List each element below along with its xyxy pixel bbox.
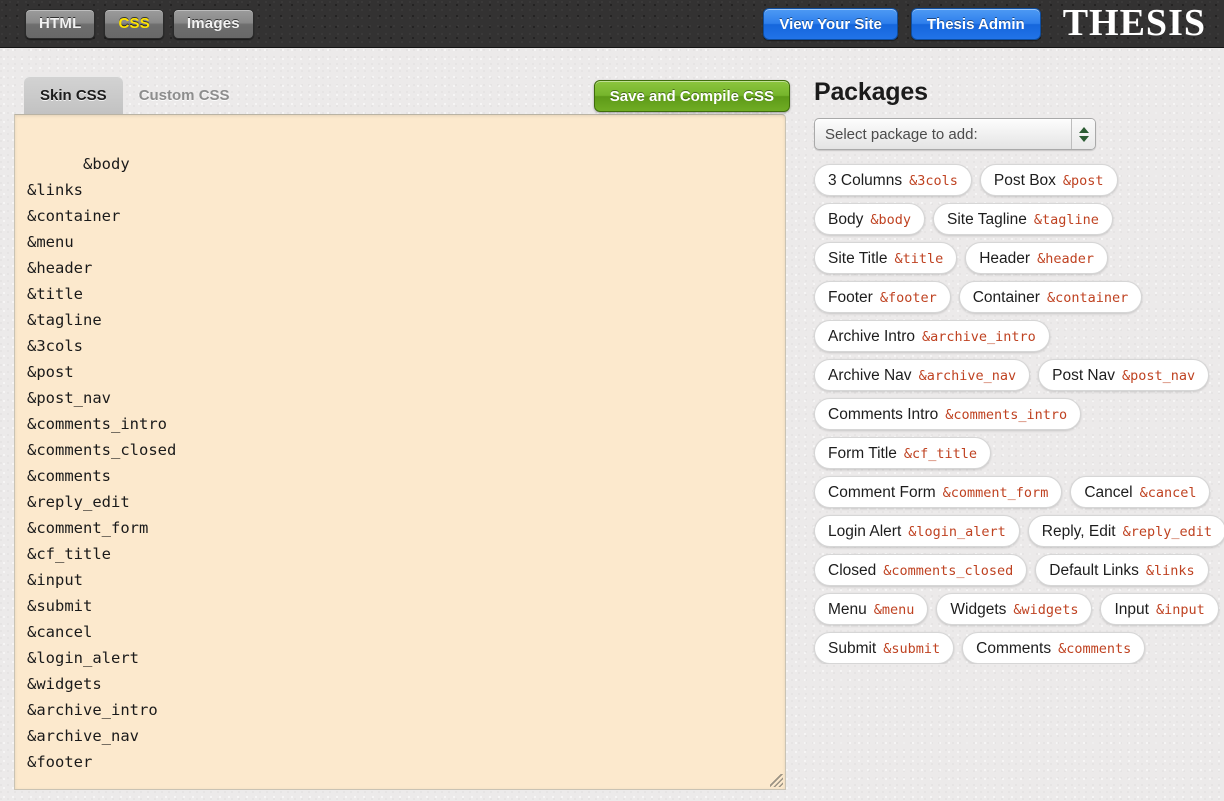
package-chip-label: Body	[828, 204, 863, 236]
package-chip-variable: &comments	[1058, 633, 1131, 664]
skin-css-textarea[interactable]: &body &links &container &menu &header &t…	[14, 114, 786, 790]
package-chip-label: Default Links	[1049, 555, 1139, 587]
package-chip-variable: &title	[894, 243, 943, 275]
package-chip-list: 3 Columns&3colsPost Box&postBody&bodySit…	[814, 164, 1224, 664]
select-stepper-icon[interactable]	[1071, 119, 1095, 149]
save-and-compile-css-button[interactable]: Save and Compile CSS	[594, 80, 790, 112]
package-chip-variable: &body	[870, 204, 911, 236]
package-chip-variable: &comments_intro	[945, 399, 1067, 431]
package-chip[interactable]: Comments Intro&comments_intro	[814, 398, 1081, 430]
package-chip-variable: &cancel	[1140, 477, 1197, 509]
tab-custom-css[interactable]: Custom CSS	[123, 76, 246, 114]
package-chip[interactable]: Footer&footer	[814, 281, 951, 313]
package-chip-label: Archive Nav	[828, 360, 912, 392]
package-chip[interactable]: Post Box&post	[980, 164, 1118, 196]
nav-button-html[interactable]: HTML	[25, 9, 95, 39]
package-chip[interactable]: Body&body	[814, 203, 925, 235]
package-chip-variable: &post	[1063, 165, 1104, 197]
package-chip[interactable]: Post Nav&post_nav	[1038, 359, 1209, 391]
package-select[interactable]: Select package to add:	[814, 118, 1096, 150]
package-chip-label: Comment Form	[828, 477, 936, 509]
package-chip-variable: &tagline	[1034, 204, 1099, 236]
package-chip-label: Form Title	[828, 438, 897, 470]
package-chip[interactable]: Site Title&title	[814, 242, 957, 274]
main-content: Skin CSS Custom CSS Save and Compile CSS…	[0, 48, 1224, 790]
package-chip[interactable]: Comments&comments	[962, 632, 1145, 664]
package-chip-label: 3 Columns	[828, 165, 902, 197]
package-chip[interactable]: 3 Columns&3cols	[814, 164, 972, 196]
package-chip-variable: &footer	[880, 282, 937, 314]
package-chip-variable: &comments_closed	[883, 555, 1013, 587]
package-chip-label: Menu	[828, 594, 867, 626]
package-chip-label: Submit	[828, 633, 876, 664]
package-chip-label: Comments Intro	[828, 399, 938, 431]
thesis-logo: THESIS	[1054, 4, 1206, 45]
textarea-resize-handle[interactable]	[770, 774, 783, 787]
top-navigation-bar: HTML CSS Images View Your Site Thesis Ad…	[0, 0, 1224, 48]
package-chip[interactable]: Archive Nav&archive_nav	[814, 359, 1030, 391]
package-chip-label: Site Title	[828, 243, 887, 275]
chevron-down-icon	[1079, 136, 1089, 142]
package-chip[interactable]: Closed&comments_closed	[814, 554, 1027, 586]
primary-nav-group: HTML CSS Images	[0, 9, 254, 39]
css-editor-panel: Skin CSS Custom CSS Save and Compile CSS…	[0, 76, 806, 790]
package-chip-label: Post Nav	[1052, 360, 1115, 392]
css-code-content: &body &links &container &menu &header &t…	[27, 155, 176, 771]
package-chip[interactable]: Widgets&widgets	[936, 593, 1092, 625]
package-chip[interactable]: Menu&menu	[814, 593, 928, 625]
editor-tab-bar: Skin CSS Custom CSS Save and Compile CSS	[14, 76, 806, 114]
package-chip-variable: &post_nav	[1122, 360, 1195, 392]
package-chip-label: Closed	[828, 555, 876, 587]
packages-panel: Packages Select package to add: 3 Column…	[806, 76, 1224, 664]
package-chip-label: Archive Intro	[828, 321, 915, 353]
package-chip-label: Header	[979, 243, 1030, 275]
package-chip-variable: &comment_form	[943, 477, 1049, 509]
package-chip[interactable]: Input&input	[1100, 593, 1218, 625]
package-chip[interactable]: Archive Intro&archive_intro	[814, 320, 1050, 352]
package-chip-variable: &archive_nav	[919, 360, 1017, 392]
package-chip-variable: &container	[1047, 282, 1128, 314]
package-chip[interactable]: Submit&submit	[814, 632, 954, 664]
package-chip[interactable]: Header&header	[965, 242, 1108, 274]
package-chip[interactable]: Login Alert&login_alert	[814, 515, 1020, 547]
package-chip-variable: &3cols	[909, 165, 958, 197]
package-chip-label: Widgets	[950, 594, 1006, 626]
chevron-up-icon	[1079, 127, 1089, 133]
thesis-admin-button[interactable]: Thesis Admin	[911, 8, 1041, 40]
package-chip[interactable]: Form Title&cf_title	[814, 437, 991, 469]
package-chip-variable: &input	[1156, 594, 1205, 626]
package-chip[interactable]: Cancel&cancel	[1070, 476, 1210, 508]
package-chip[interactable]: Site Tagline&tagline	[933, 203, 1113, 235]
nav-button-css[interactable]: CSS	[104, 9, 163, 39]
package-chip[interactable]: Default Links&links	[1035, 554, 1208, 586]
package-chip-label: Cancel	[1084, 477, 1132, 509]
package-chip[interactable]: Container&container	[959, 281, 1143, 313]
package-chip-variable: &cf_title	[904, 438, 977, 470]
package-chip-variable: &menu	[874, 594, 915, 626]
package-chip-label: Container	[973, 282, 1040, 314]
package-chip-label: Post Box	[994, 165, 1056, 197]
package-chip-variable: &archive_intro	[922, 321, 1036, 353]
package-chip-label: Footer	[828, 282, 873, 314]
nav-button-images[interactable]: Images	[173, 9, 254, 39]
package-chip-variable: &header	[1037, 243, 1094, 275]
tab-skin-css[interactable]: Skin CSS	[24, 76, 123, 114]
package-chip-label: Reply, Edit	[1042, 516, 1116, 548]
packages-heading: Packages	[814, 78, 1214, 107]
package-chip-variable: &submit	[883, 633, 940, 664]
package-select-value: Select package to add:	[815, 126, 1071, 143]
package-chip-label: Site Tagline	[947, 204, 1027, 236]
package-chip[interactable]: Comment Form&comment_form	[814, 476, 1062, 508]
package-chip[interactable]: Reply, Edit&reply_edit	[1028, 515, 1224, 547]
package-chip-variable: &reply_edit	[1123, 516, 1212, 548]
view-your-site-button[interactable]: View Your Site	[763, 8, 898, 40]
package-chip-variable: &links	[1146, 555, 1195, 587]
package-chip-variable: &login_alert	[908, 516, 1006, 548]
package-chip-label: Comments	[976, 633, 1051, 664]
secondary-nav-group: View Your Site Thesis Admin THESIS	[763, 0, 1224, 48]
package-chip-label: Login Alert	[828, 516, 901, 548]
package-chip-label: Input	[1114, 594, 1148, 626]
package-chip-variable: &widgets	[1013, 594, 1078, 626]
